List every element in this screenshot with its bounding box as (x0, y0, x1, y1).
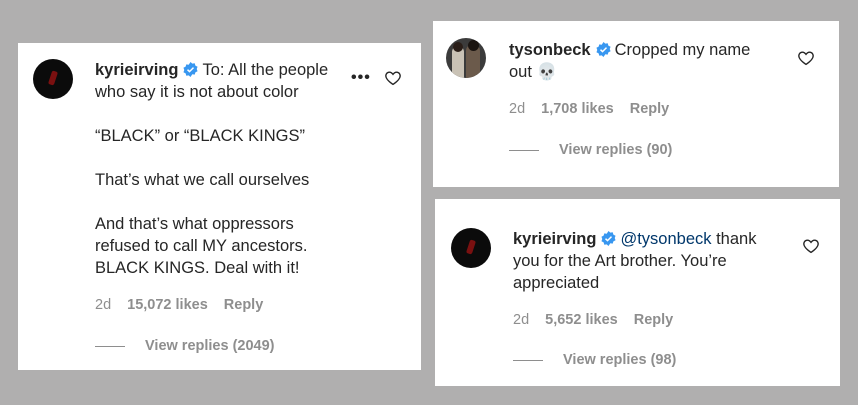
like-heart-icon[interactable] (802, 237, 820, 255)
view-replies-button[interactable]: View replies (90) (509, 142, 672, 158)
comment-line: refused to call MY ancestors. (95, 237, 308, 255)
comment-line: “BLACK” or “BLACK KINGS” (95, 127, 305, 145)
comment-card-tysonbeck: tysonbeck Cropped my name out 💀 2d 1,708 l… (433, 21, 839, 187)
reply-button[interactable]: Reply (634, 312, 674, 328)
comment-text: kyrieirving To: All the people (95, 59, 351, 81)
comment-line: thank (711, 230, 757, 248)
divider-line (513, 359, 543, 361)
avatar[interactable] (446, 38, 486, 78)
verified-badge-icon (183, 62, 198, 77)
verified-badge-icon (601, 231, 616, 246)
comment-text: kyrieirving @tysonbeck thank you for the … (513, 228, 793, 294)
username-link[interactable]: tysonbeck (509, 41, 591, 59)
username-link[interactable]: kyrieirving (513, 230, 596, 248)
view-replies-label: View replies (98) (563, 352, 677, 368)
comment-line: you for the Art brother. You’re (513, 252, 727, 270)
likes-count[interactable]: 15,072 likes (127, 297, 208, 313)
view-replies-button[interactable]: View replies (2049) (95, 338, 275, 354)
reply-button[interactable]: Reply (630, 101, 670, 117)
comment-age: 2d (513, 312, 530, 328)
like-heart-icon[interactable] (797, 49, 815, 67)
likes-count[interactable]: 1,708 likes (541, 101, 614, 117)
more-options-icon[interactable]: ••• (351, 69, 371, 87)
comment-line: BLACK KINGS. Deal with it! (95, 259, 300, 277)
divider-line (95, 345, 125, 347)
comment-body: who say it is not about color “BLACK” or… (95, 81, 395, 279)
comment-meta: 2d 1,708 likes Reply (509, 101, 685, 117)
like-heart-icon[interactable] (384, 69, 402, 87)
comment-line: appreciated (513, 274, 600, 292)
comment-line: And that’s what oppressors (95, 215, 294, 233)
mention-link[interactable]: @tysonbeck (620, 230, 711, 248)
verified-badge-icon (596, 42, 611, 57)
likes-count[interactable]: 5,652 likes (545, 312, 618, 328)
comment-age: 2d (509, 101, 526, 117)
view-replies-label: View replies (2049) (145, 338, 275, 354)
comment-meta: 2d 5,652 likes Reply (513, 312, 689, 328)
view-replies-button[interactable]: View replies (98) (513, 352, 676, 368)
reply-button[interactable]: Reply (224, 297, 264, 313)
comment-card-kyrieirving-1: kyrieirving To: All the people who say it… (18, 43, 421, 370)
comment-line: who say it is not about color (95, 83, 299, 101)
comment-line: out 💀 (509, 63, 558, 81)
comment-meta: 2d 15,072 likes Reply (95, 297, 279, 313)
comment-line: Cropped my name (614, 41, 751, 59)
comment-line: To: All the people (202, 61, 329, 79)
username-link[interactable]: kyrieirving (95, 61, 178, 79)
avatar[interactable] (33, 59, 73, 99)
divider-line (509, 149, 539, 151)
comment-age: 2d (95, 297, 112, 313)
comment-card-kyrieirving-2: kyrieirving @tysonbeck thank you for the … (435, 199, 840, 386)
comment-text: tysonbeck Cropped my name out 💀 (509, 39, 779, 83)
avatar[interactable] (451, 228, 491, 268)
view-replies-label: View replies (90) (559, 142, 673, 158)
comment-line: That’s what we call ourselves (95, 171, 310, 189)
